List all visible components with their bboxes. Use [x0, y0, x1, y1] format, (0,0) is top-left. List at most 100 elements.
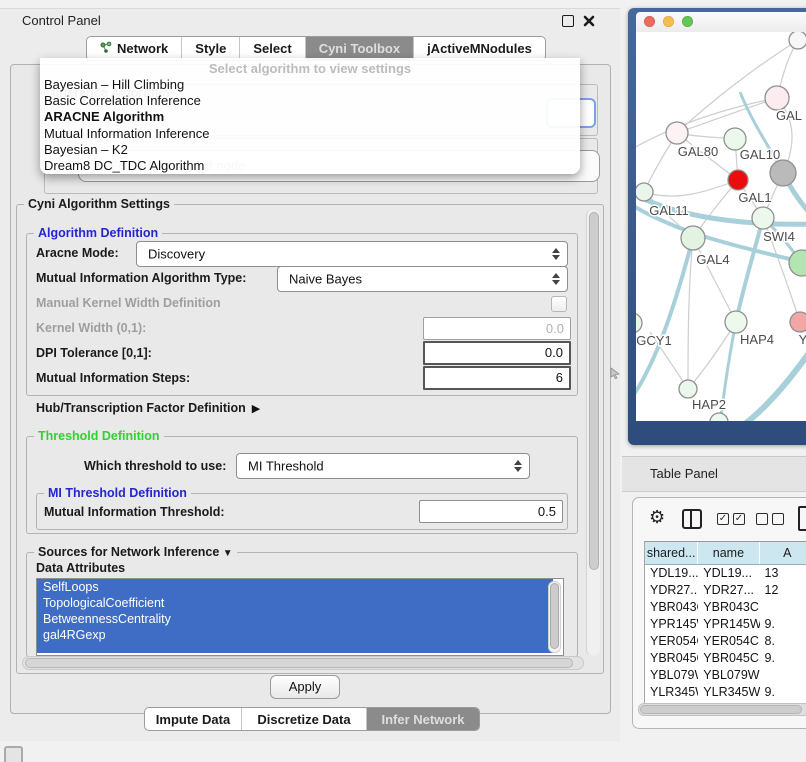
data-attributes-list[interactable]: SelfLoopsTopologicalCoefficientBetweenne…: [36, 578, 564, 656]
attribute-item-selfloops[interactable]: SelfLoops: [37, 579, 553, 595]
gear-icon[interactable]: ⚙: [649, 506, 665, 528]
network-edge-highlighted[interactable]: [736, 218, 763, 322]
apply-button[interactable]: Apply: [270, 675, 340, 699]
mi-threshold-label: Mutual Information Threshold:: [44, 505, 225, 519]
network-node-hap2[interactable]: [679, 380, 697, 398]
dropdown-item-bayesian-k2[interactable]: Bayesian – K2: [44, 142, 576, 158]
mi-steps-input[interactable]: 6: [423, 366, 571, 390]
kernel-width-input[interactable]: 0.0: [423, 317, 571, 340]
window-close-icon[interactable]: [644, 16, 655, 27]
table-row[interactable]: YBR043CYBR043C: [645, 599, 806, 616]
attribute-item-gal4rgexp[interactable]: gal4RGexp: [37, 627, 553, 643]
tab-select[interactable]: Select: [240, 37, 305, 60]
tab-impute-data[interactable]: Impute Data: [145, 708, 242, 730]
network-node[interactable]: [789, 32, 806, 49]
manual-kernel-checkbox[interactable]: [551, 296, 567, 312]
node-label-gal1: GAL1: [738, 190, 771, 205]
network-edge[interactable]: [644, 180, 738, 196]
dropdown-item-mutual-information-inference[interactable]: Mutual Information Inference: [44, 126, 576, 142]
network-edge[interactable]: [677, 98, 777, 133]
network-node-y[interactable]: [790, 312, 806, 332]
mi-type-label: Mutual Information Algorithm Type:: [36, 271, 246, 285]
dropdown-item-dream8-dc-tdc-algorithm[interactable]: Dream8 DC_TDC Algorithm: [44, 158, 576, 174]
mi-type-select[interactable]: Naive Bayes: [277, 266, 568, 292]
network-node[interactable]: [789, 250, 806, 276]
tab-cyni-toolbox[interactable]: Cyni Toolbox: [306, 37, 414, 60]
attribute-item-topologicalcoefficient[interactable]: TopologicalCoefficient: [37, 595, 553, 611]
scrollbar-thumb[interactable]: [640, 705, 802, 714]
columns-icon[interactable]: [682, 509, 702, 529]
network-window-titlebar[interactable]: [636, 12, 806, 33]
network-node-gal11[interactable]: [636, 183, 653, 201]
attribute-item-betweennesscentrality[interactable]: BetweennessCentrality: [37, 611, 553, 627]
table-cell: YBR043C: [698, 599, 759, 616]
minimized-panel-chip[interactable]: [4, 746, 23, 762]
network-node-gcy1[interactable]: [636, 313, 642, 333]
table-cell: YBL079W: [645, 667, 698, 684]
network-node-gal4[interactable]: [681, 226, 705, 250]
sources-expander[interactable]: Sources for Network Inference ▼: [34, 545, 237, 559]
tab-style[interactable]: Style: [182, 37, 240, 60]
scrollbar-thumb[interactable]: [589, 212, 599, 570]
column-header-shared-[interactable]: shared...: [645, 542, 698, 564]
dropdown-item-basic-correlation-inference[interactable]: Basic Correlation Inference: [44, 93, 576, 109]
attribute-item-clipped[interactable]: [37, 643, 553, 653]
network-canvas[interactable]: GALGAL80GAL10GAL1GAL11SWI4GAL4GCY1HAP4YH…: [636, 32, 806, 421]
network-node-gal[interactable]: [765, 86, 789, 110]
table-cell: YDR27...: [698, 582, 759, 599]
tab-network[interactable]: Network: [87, 37, 182, 60]
window-zoom-icon[interactable]: [682, 16, 693, 27]
scrollbar-thumb[interactable]: [550, 583, 559, 649]
table-horizontal-scrollbar[interactable]: [638, 703, 806, 716]
which-threshold-label: Which threshold to use:: [84, 459, 226, 473]
table-row[interactable]: YPR145WYPR145W9.: [645, 616, 806, 633]
settings-horizontal-scrollbar[interactable]: [22, 656, 584, 670]
node-label-gcy1: GCY1: [636, 333, 671, 348]
select-all-checkboxes-icon[interactable]: ✓ ✓: [717, 513, 745, 525]
sources-title: Sources for Network Inference: [38, 545, 219, 559]
deselect-all-checkboxes-icon[interactable]: [756, 513, 784, 525]
which-threshold-select[interactable]: MI Threshold: [236, 453, 530, 479]
page-icon[interactable]: [798, 506, 806, 531]
table-row[interactable]: YLR345WYLR345W9.: [645, 684, 806, 701]
list-vertical-scrollbar[interactable]: [548, 581, 561, 653]
tab-jactivemnodules[interactable]: jActiveMNodules: [414, 37, 545, 60]
network-edge-highlighted[interactable]: [636, 238, 693, 400]
table-row[interactable]: YER054CYER054C8.: [645, 633, 806, 650]
network-node-hap4[interactable]: [725, 311, 747, 333]
expanded-arrow-icon: ▼: [223, 548, 233, 559]
dpi-tolerance-input[interactable]: 0.0: [423, 341, 571, 365]
table-row[interactable]: YBR045CYBR045C9.: [645, 650, 806, 667]
scrollbar-thumb[interactable]: [25, 658, 573, 668]
table-cell: YER054C: [645, 633, 698, 650]
screen: Control Panel NetworkStyleSelectCyni Too…: [0, 0, 806, 762]
dropdown-item-aracne-algorithm[interactable]: ARACNE Algorithm: [44, 109, 576, 125]
column-header-a[interactable]: A: [760, 542, 806, 564]
table-row[interactable]: YBL079WYBL079W: [645, 667, 806, 684]
mi-threshold-input[interactable]: 0.5: [419, 500, 563, 523]
table-row[interactable]: YDR27...YDR27...12: [645, 582, 806, 599]
network-node-swi4[interactable]: [752, 207, 774, 229]
hub-definition-expander[interactable]: Hub/Transcription Factor Definition▶: [36, 401, 260, 415]
column-header-name[interactable]: name: [698, 542, 759, 564]
network-node-gal1[interactable]: [728, 170, 748, 190]
dropdown-item-bayesian-hill-climbing[interactable]: Bayesian – Hill Climbing: [44, 77, 576, 93]
table-header-row: shared...nameA: [645, 542, 806, 565]
table-panel: ⚙ ✓ ✓ shared...nameA YDL19...YDL19...13Y…: [632, 497, 806, 729]
network-node-gal80[interactable]: [666, 122, 688, 144]
mi-type-value: Naive Bayes: [289, 272, 362, 287]
window-minimize-icon[interactable]: [663, 16, 674, 27]
network-node[interactable]: [710, 413, 728, 421]
table-row[interactable]: YDL19...YDL19...13: [645, 565, 806, 582]
float-panel-icon[interactable]: [562, 15, 574, 27]
tab-infer-network[interactable]: Infer Network: [367, 708, 479, 730]
node-table: shared...nameA YDL19...YDL19...13YDR27..…: [644, 541, 806, 710]
tab-discretize-data[interactable]: Discretize Data: [242, 708, 367, 730]
network-edge-highlighted[interactable]: [742, 340, 806, 421]
settings-vertical-scrollbar[interactable]: [586, 209, 600, 656]
aracne-mode-select[interactable]: Discovery: [136, 241, 568, 267]
network-node[interactable]: [770, 160, 796, 186]
close-panel-icon[interactable]: [583, 14, 595, 26]
network-edge[interactable]: [693, 238, 736, 322]
aracne-mode-label: Aracne Mode:: [36, 246, 119, 260]
